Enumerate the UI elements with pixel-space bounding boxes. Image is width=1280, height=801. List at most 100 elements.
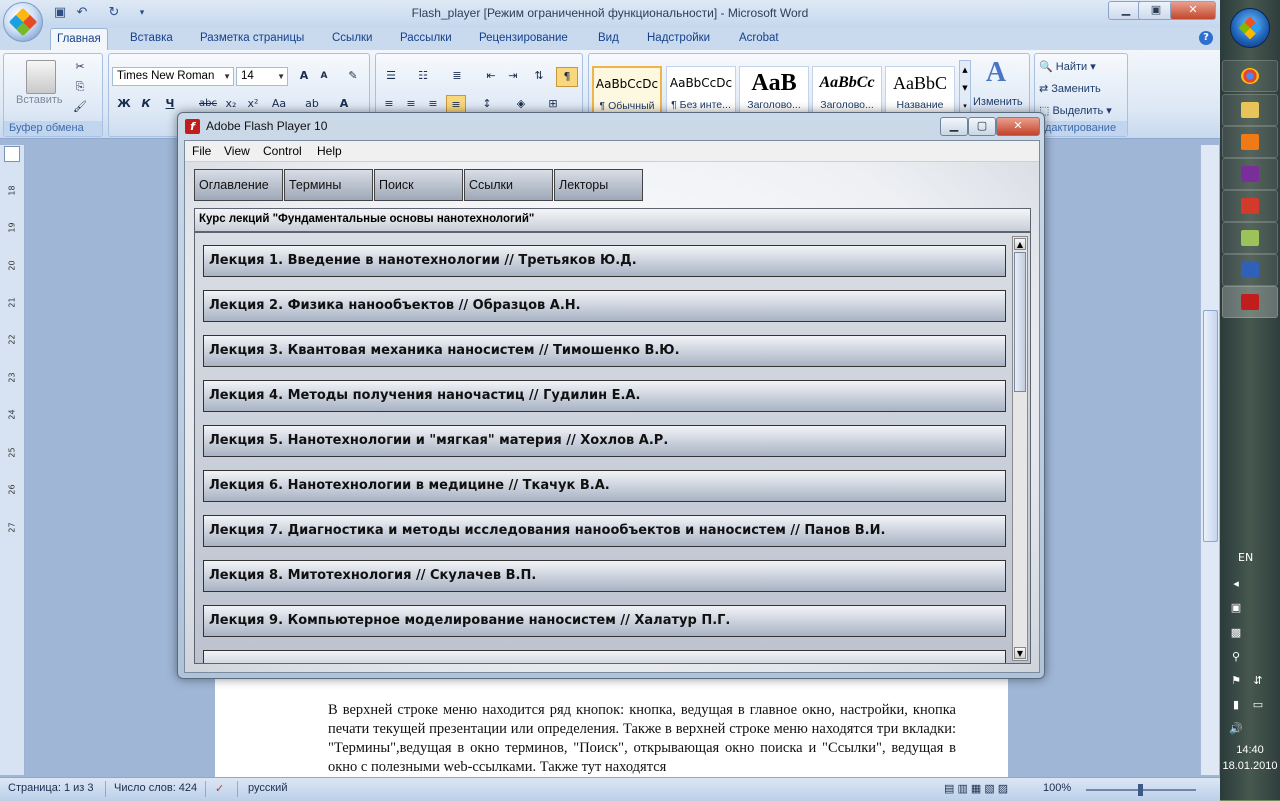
taskbar-word[interactable] bbox=[1222, 254, 1278, 286]
numbering-icon[interactable]: ☷ bbox=[412, 67, 434, 85]
cut-icon[interactable]: ✂ bbox=[72, 58, 88, 76]
tray-app-icon[interactable]: ▣ bbox=[1228, 601, 1244, 615]
styles-scroll[interactable]: ▲ ▼ ▾ bbox=[959, 60, 971, 118]
lecture-list-scrollbar[interactable]: ▲ ▼ bbox=[1012, 236, 1028, 661]
tab-links[interactable]: Ссылки bbox=[464, 169, 553, 201]
replace-button[interactable]: ⇄ Заменить bbox=[1039, 82, 1101, 95]
increase-indent-icon[interactable]: ⇥ bbox=[504, 67, 522, 85]
paste-icon[interactable] bbox=[26, 60, 56, 94]
start-button[interactable] bbox=[1230, 8, 1270, 48]
lecture-item[interactable]: Лекция 1. Введение в нанотехнологии // Т… bbox=[203, 245, 1006, 277]
tab-insert[interactable]: Вставка bbox=[124, 28, 179, 49]
tab-lecturers[interactable]: Лекторы bbox=[554, 169, 643, 201]
change-styles-icon[interactable]: A bbox=[983, 58, 1009, 88]
document-scrollbar[interactable] bbox=[1200, 145, 1219, 775]
scroll-up-icon[interactable]: ▲ bbox=[1014, 238, 1026, 250]
bold-icon[interactable]: Ж bbox=[115, 95, 133, 113]
taskbar-explorer[interactable] bbox=[1222, 94, 1278, 126]
tab-terms[interactable]: Термины bbox=[284, 169, 373, 201]
menu-file[interactable]: File bbox=[192, 144, 211, 158]
lecture-item[interactable]: Лекция 2. Физика нанообъектов // Образцо… bbox=[203, 290, 1006, 322]
shrink-font-icon[interactable]: A bbox=[315, 67, 333, 85]
style-normal[interactable]: AaBbCcDc ¶ Обычный bbox=[592, 66, 662, 116]
taskbar-flash[interactable] bbox=[1222, 286, 1278, 318]
select-button[interactable]: ⬚ Выделить ▾ bbox=[1039, 104, 1112, 117]
tab-references[interactable]: Ссылки bbox=[326, 28, 379, 49]
superscript-icon[interactable]: x² bbox=[244, 95, 262, 113]
copy-icon[interactable]: ⎘ bbox=[72, 78, 88, 96]
taskbar-media[interactable] bbox=[1222, 126, 1278, 158]
font-name-select[interactable]: Times New Roman ▼ bbox=[112, 67, 234, 86]
action-center-flag-icon[interactable]: ⚑ bbox=[1228, 674, 1244, 688]
help-icon[interactable]: ? bbox=[1199, 31, 1213, 45]
shading-icon[interactable]: ◈ bbox=[510, 95, 532, 113]
sort-icon[interactable]: ⇅ bbox=[530, 67, 548, 85]
tab-view[interactable]: Вид bbox=[592, 28, 625, 49]
zoom-slider-thumb[interactable] bbox=[1138, 784, 1143, 796]
style-title[interactable]: AaBbC Название bbox=[885, 66, 955, 116]
lecture-item[interactable]: Лекция 9. Компьютерное моделирование нан… bbox=[203, 605, 1006, 637]
grow-font-icon[interactable]: A bbox=[295, 67, 313, 85]
find-button[interactable]: 🔍 Найти ▾ bbox=[1039, 60, 1096, 73]
decrease-indent-icon[interactable]: ⇤ bbox=[482, 67, 500, 85]
show-hidden-icons-icon[interactable]: ◂ bbox=[1228, 577, 1244, 591]
status-page[interactable]: Страница: 1 из 3 bbox=[8, 782, 94, 794]
underline-icon[interactable]: Ч bbox=[161, 95, 179, 113]
power-icon[interactable]: ▮ bbox=[1228, 698, 1244, 712]
zoom-level[interactable]: 100% bbox=[1043, 782, 1071, 794]
tray-network-app-icon[interactable]: ▩ bbox=[1228, 626, 1244, 640]
volume-icon[interactable]: 🔊 bbox=[1228, 722, 1244, 736]
align-right-icon[interactable]: ≡ bbox=[424, 95, 442, 113]
bullets-icon[interactable]: ☰ bbox=[380, 67, 402, 85]
show-marks-icon[interactable]: ¶ bbox=[556, 67, 578, 87]
change-styles-button[interactable]: Изменить bbox=[973, 96, 1023, 108]
taskbar-chrome[interactable] bbox=[1222, 60, 1278, 92]
taskbar-app[interactable] bbox=[1222, 190, 1278, 222]
line-spacing-icon[interactable]: ↕ bbox=[476, 95, 498, 113]
strikethrough-icon[interactable]: abc bbox=[197, 95, 219, 113]
format-painter-icon[interactable]: 🖌 bbox=[72, 98, 88, 116]
tab-mailings[interactable]: Рассылки bbox=[394, 28, 458, 49]
paste-button[interactable]: Вставить bbox=[16, 94, 63, 106]
scroll-down-icon[interactable]: ▼ bbox=[1014, 647, 1026, 659]
menu-view[interactable]: View bbox=[224, 144, 250, 158]
lecture-item[interactable]: Лекция 6. Нанотехнологии в медицине // Т… bbox=[203, 470, 1006, 502]
taskbar-folder[interactable] bbox=[1222, 222, 1278, 254]
align-left-icon[interactable]: ≡ bbox=[380, 95, 398, 113]
tab-page-layout[interactable]: Разметка страницы bbox=[194, 28, 310, 49]
align-center-icon[interactable]: ≡ bbox=[402, 95, 420, 113]
language-indicator[interactable]: EN bbox=[1238, 551, 1253, 564]
document-text[interactable]: В верхней строке меню находится ряд кноп… bbox=[328, 701, 956, 777]
lecture-item[interactable]: Лекция 7. Диагностика и методы исследова… bbox=[203, 515, 1006, 547]
status-word-count[interactable]: Число слов: 424 bbox=[114, 782, 197, 794]
flash-close-button[interactable]: ✕ bbox=[996, 117, 1040, 136]
monitor-icon[interactable]: ▭ bbox=[1250, 698, 1266, 712]
tray-icon-extra[interactable]: ⇵ bbox=[1250, 674, 1266, 688]
borders-icon[interactable]: ⊞ bbox=[542, 95, 564, 113]
clock[interactable]: 14:40 18.01.2010 bbox=[1220, 742, 1280, 774]
lecture-item[interactable]: Лекция 8. Митотехнология // Скулачев В.П… bbox=[203, 560, 1006, 592]
menu-help[interactable]: Help bbox=[317, 144, 342, 158]
clear-format-icon[interactable]: ✎ bbox=[343, 67, 363, 85]
tab-search[interactable]: Поиск bbox=[374, 169, 463, 201]
close-button[interactable]: ✕ bbox=[1170, 1, 1216, 20]
subscript-icon[interactable]: x₂ bbox=[222, 95, 240, 113]
ruler-toggle-button[interactable] bbox=[4, 146, 20, 162]
taskbar-save[interactable] bbox=[1222, 158, 1278, 190]
maximize-button[interactable]: ▣ bbox=[1138, 1, 1174, 20]
tab-acrobat[interactable]: Acrobat bbox=[733, 28, 785, 49]
spelling-check-icon[interactable]: ✓ bbox=[215, 782, 224, 795]
style-heading-1[interactable]: AaB Заголово... bbox=[739, 66, 809, 116]
wireless-icon[interactable]: ⚲ bbox=[1228, 650, 1244, 664]
view-modes-icon[interactable]: ▤ ▥ ▦ ▧ ▨ bbox=[944, 782, 1008, 795]
lecture-item-partial[interactable] bbox=[203, 650, 1006, 663]
flash-maximize-button[interactable]: ▢ bbox=[968, 117, 996, 136]
lecture-scroll-thumb[interactable] bbox=[1014, 252, 1026, 392]
style-heading-2[interactable]: AaBbCc Заголово... bbox=[812, 66, 882, 116]
font-size-select[interactable]: 14 ▼ bbox=[236, 67, 288, 86]
multilevel-list-icon[interactable]: ≣ bbox=[446, 67, 468, 85]
tab-addins[interactable]: Надстройки bbox=[641, 28, 716, 49]
status-language[interactable]: русский bbox=[248, 782, 287, 794]
style-no-spacing[interactable]: AaBbCcDc ¶ Без инте... bbox=[666, 66, 736, 116]
document-scroll-thumb[interactable] bbox=[1203, 310, 1218, 542]
